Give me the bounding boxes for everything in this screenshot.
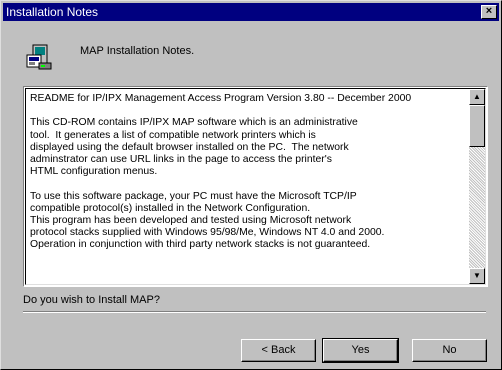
dialog-heading: MAP Installation Notes. <box>80 45 195 57</box>
yes-button[interactable]: Yes <box>322 338 399 363</box>
title-bar[interactable]: Installation Notes × <box>3 3 499 21</box>
close-icon: × <box>485 5 493 17</box>
back-button-label: < Back <box>261 344 296 356</box>
yes-button-label: Yes <box>351 344 370 356</box>
scroll-thumb[interactable] <box>469 105 485 147</box>
no-button-label: No <box>442 344 457 356</box>
arrow-up-icon: ▲ <box>473 92 481 101</box>
notes-text: README for IP/IPX Management Access Prog… <box>30 93 412 251</box>
notes-textbox[interactable]: README for IP/IPX Management Access Prog… <box>23 86 488 287</box>
close-button[interactable]: × <box>481 5 497 19</box>
arrow-down-icon: ▼ <box>473 271 481 280</box>
back-button[interactable]: < Back <box>241 339 316 362</box>
scroll-up-button[interactable]: ▲ <box>469 89 485 105</box>
vertical-scrollbar[interactable]: ▲ ▼ <box>469 89 485 284</box>
scroll-down-button[interactable]: ▼ <box>469 268 485 284</box>
install-question: Do you wish to Install MAP? <box>23 294 160 306</box>
window-title: Installation Notes <box>6 5 99 19</box>
no-button[interactable]: No <box>412 339 487 362</box>
installation-notes-dialog: Installation Notes × MAP Installation No… <box>0 0 502 370</box>
divider <box>23 311 486 313</box>
installer-icon <box>23 41 55 73</box>
